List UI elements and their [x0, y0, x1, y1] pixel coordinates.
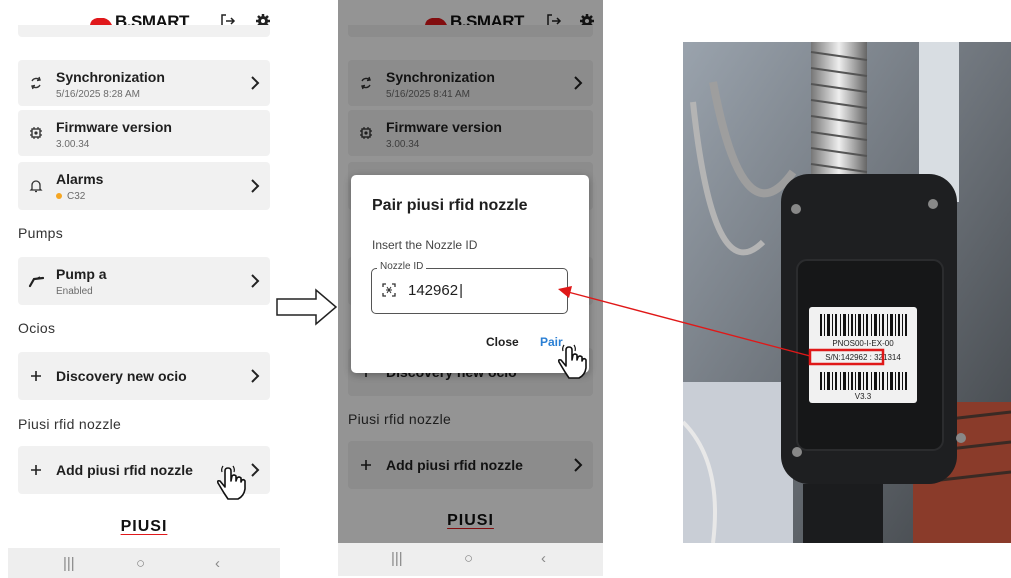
chevron-right-icon [251, 274, 260, 288]
sync-row[interactable]: Synchronization 5/16/2025 8:28 AM [18, 60, 270, 106]
nav-recent-button[interactable]: ||| [63, 555, 75, 572]
chevron-right-icon [251, 179, 260, 193]
alarm-code: C32 [56, 191, 85, 202]
nozzle-photo: PNOS00-I-EX-00 S/N:142962 : 321314 V3.3 [683, 42, 1011, 543]
nozzle-id-value: 142962 [408, 282, 463, 299]
nav-home-button[interactable]: ○ [136, 555, 145, 572]
chevron-right-icon [251, 369, 260, 383]
pair-nozzle-dialog: Pair piusi rfid nozzle Insert the Nozzle… [351, 175, 589, 379]
dialog-title: Pair piusi rfid nozzle [372, 197, 528, 214]
firmware-row: Firmware version 3.00.34 [18, 110, 270, 156]
firmware-version: 3.00.34 [56, 139, 90, 150]
label-model-text: PNOS00-I-EX-00 [832, 339, 894, 348]
plus-icon [28, 368, 44, 384]
android-nav-bar: ||| ○ ‹ [338, 543, 603, 576]
fuel-nozzle-icon [28, 273, 44, 289]
partial-card [18, 25, 270, 37]
discovery-ocio-row[interactable]: Discovery new ocio [18, 352, 270, 400]
dialog-prompt: Insert the Nozzle ID [372, 238, 478, 252]
pump-title: Pump a [56, 266, 107, 282]
alarms-row[interactable]: Alarms C32 [18, 162, 270, 210]
nav-recent-button[interactable]: ||| [391, 550, 403, 567]
nozzle-id-field[interactable]: Nozzle ID 142962 [371, 261, 568, 314]
sync-date: 5/16/2025 8:28 AM [56, 89, 140, 100]
nozzle-id-label: Nozzle ID [377, 261, 427, 272]
firmware-title: Firmware version [56, 119, 172, 135]
plus-icon [28, 462, 44, 478]
nav-back-button[interactable]: ‹ [215, 555, 220, 572]
label-serial-text: S/N:142962 : 321314 [825, 353, 901, 362]
section-piusi-nozzle: Piusi rfid nozzle [18, 416, 122, 432]
bell-icon [28, 178, 44, 194]
sync-icon [28, 75, 44, 91]
nav-home-button[interactable]: ○ [464, 550, 473, 567]
alarms-title: Alarms [56, 171, 104, 187]
section-ocios: Ocios [18, 320, 56, 336]
nozzle-device-illustration: PNOS00-I-EX-00 S/N:142962 : 321314 V3.3 [683, 42, 1011, 543]
add-nozzle-label: Add piusi rfid nozzle [56, 462, 193, 478]
android-nav-bar: ||| ○ ‹ [8, 548, 280, 578]
chevron-right-icon [251, 76, 260, 90]
piusi-footer-logo: PIUSI [120, 518, 168, 535]
close-button[interactable]: Close [486, 335, 519, 349]
tap-hand-icon [216, 465, 246, 500]
nav-back-button[interactable]: ‹ [541, 550, 546, 567]
tap-hand-icon [557, 344, 587, 379]
phone-screen-dialog: B.SMART Synchronization 5/16/2025 8:41 A… [338, 0, 603, 576]
flow-arrow-icon [276, 288, 338, 326]
alarm-code-text: C32 [67, 191, 86, 202]
pump-row[interactable]: Pump a Enabled [18, 257, 270, 305]
section-pumps: Pumps [18, 225, 64, 241]
phone-screen-main: B.SMART Synchronization 5/16/2025 8:28 A… [8, 0, 280, 578]
alarm-dot [56, 193, 62, 200]
label-version-text: V3.3 [855, 392, 872, 401]
scan-icon [382, 283, 396, 297]
chip-icon [28, 125, 44, 141]
sync-title: Synchronization [56, 69, 165, 85]
discovery-ocio-label: Discovery new ocio [56, 368, 187, 384]
pump-status: Enabled [56, 286, 93, 297]
